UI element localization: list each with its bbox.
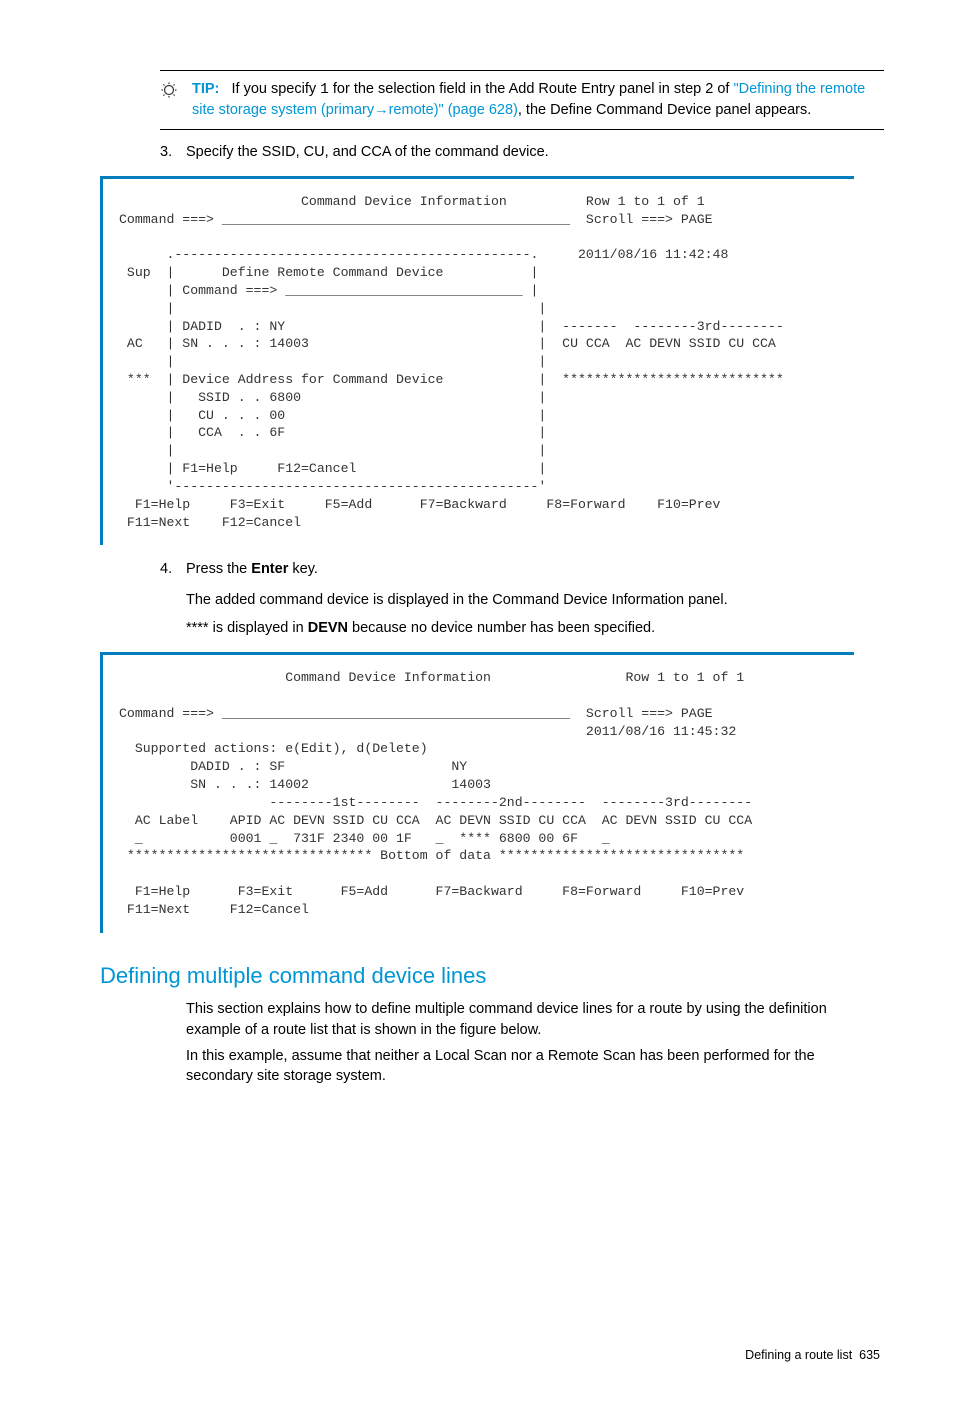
s4-l3c: because no device number has been specif… — [348, 620, 655, 636]
s4-l1c: key. — [288, 561, 318, 577]
step-4-line3: **** is displayed in DEVN because no dev… — [186, 618, 884, 638]
tip-code: 1 — [320, 82, 329, 98]
page-footer: Defining a route list 635 — [70, 1347, 884, 1365]
step-4-num: 4. — [160, 559, 186, 579]
tip-text: TIP: If you specify 1 for the selection … — [192, 79, 884, 121]
terminal-screen-2: Command Device Information Row 1 to 1 of… — [100, 652, 854, 932]
tip-t1: If you specify — [231, 81, 320, 97]
section-p2: In this example, assume that neither a L… — [186, 1046, 884, 1087]
step-3: 3. Specify the SSID, CU, and CCA of the … — [160, 142, 884, 162]
step-4: 4. Press the Enter key. — [160, 559, 884, 579]
footer-page: 635 — [859, 1348, 880, 1362]
step-4-line1: Press the Enter key. — [186, 559, 884, 579]
s4-l1b: Enter — [251, 561, 288, 577]
tip-block: TIP: If you specify 1 for the selection … — [160, 70, 884, 130]
footer-text: Defining a route list — [745, 1348, 852, 1362]
tip-t3: , the Define Command Device panel appear… — [518, 102, 811, 118]
tip-t2: for the selection field in the Add Route… — [329, 81, 734, 97]
step-3-text: Specify the SSID, CU, and CCA of the com… — [186, 142, 884, 162]
s4-l3b: DEVN — [308, 620, 348, 636]
s4-l3a: **** is displayed in — [186, 620, 308, 636]
section-p1: This section explains how to define mult… — [186, 999, 884, 1040]
tip-icon — [160, 81, 180, 105]
section-heading: Defining multiple command device lines — [100, 961, 884, 992]
step-4-line2: The added command device is displayed in… — [186, 590, 884, 610]
step-3-num: 3. — [160, 142, 186, 162]
s4-l1a: Press the — [186, 561, 251, 577]
terminal-screen-1: Command Device Information Row 1 to 1 of… — [100, 176, 854, 545]
tip-label: TIP: — [192, 81, 219, 97]
